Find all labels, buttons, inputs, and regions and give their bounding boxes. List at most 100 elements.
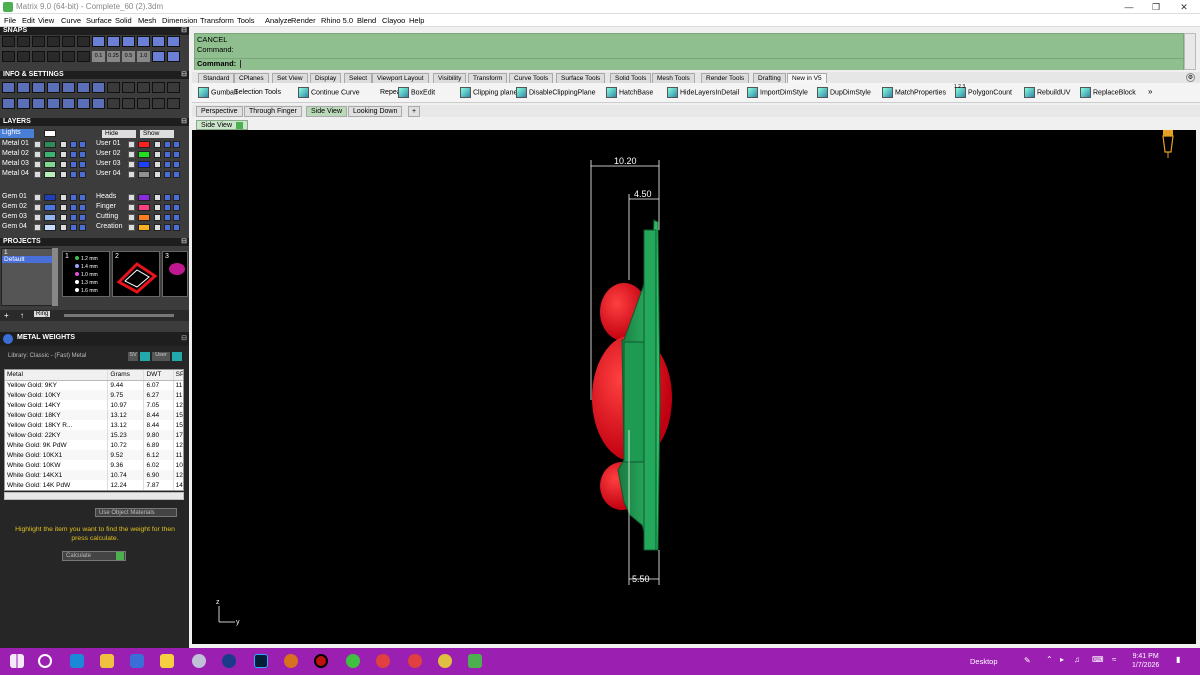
column-header[interactable]: SPG bbox=[173, 370, 183, 381]
snap-button[interactable] bbox=[122, 36, 135, 47]
tool-matchproperties[interactable]: MatchProperties bbox=[882, 87, 946, 99]
layer-color-swatch[interactable] bbox=[138, 214, 150, 221]
layer-row[interactable]: Metal 01 bbox=[0, 140, 89, 149]
layer-toggle[interactable] bbox=[34, 194, 41, 201]
layer-row[interactable]: Metal 02 bbox=[0, 150, 89, 159]
layer-button[interactable] bbox=[79, 171, 86, 178]
layer-toggle[interactable] bbox=[128, 204, 135, 211]
layer-button[interactable] bbox=[79, 194, 86, 201]
layer-lock-icon[interactable] bbox=[60, 214, 67, 221]
viewport-tab-perspective[interactable]: Perspective bbox=[196, 106, 243, 117]
snap-button[interactable] bbox=[2, 51, 15, 62]
table-row[interactable]: White Gold: 14KX110.746.9012.61 bbox=[5, 470, 183, 480]
info-tool-button[interactable] bbox=[17, 98, 30, 109]
tool-hatchbase[interactable]: HatchBase bbox=[606, 87, 653, 99]
table-row[interactable]: Yellow Gold: 22KY15.239.8017.89 bbox=[5, 430, 183, 440]
menu-mesh[interactable]: Mesh bbox=[138, 16, 156, 25]
menu-view[interactable]: View bbox=[38, 16, 54, 25]
table-row[interactable]: White Gold: 9K PdW10.726.8912.59 bbox=[5, 440, 183, 450]
viewport-tab-side-view[interactable]: Side View bbox=[306, 106, 348, 117]
lights-layer[interactable]: Lights bbox=[0, 129, 34, 138]
tool-replaceblock[interactable]: ReplaceBlock bbox=[1080, 87, 1136, 99]
app-icon[interactable] bbox=[222, 654, 236, 668]
menu-curve[interactable]: Curve bbox=[61, 16, 81, 25]
table-row[interactable]: Yellow Gold: 18KY13.128.4415.41 bbox=[5, 410, 183, 420]
info-tool-button[interactable] bbox=[2, 82, 15, 93]
column-header[interactable]: Metal bbox=[5, 370, 109, 381]
tool-rebuilduv[interactable]: RebuildUV bbox=[1024, 87, 1070, 99]
maximize-icon[interactable]: ❐ bbox=[1142, 0, 1170, 14]
menu-analyze[interactable]: Analyze bbox=[265, 16, 292, 25]
layer-button[interactable] bbox=[164, 161, 171, 168]
layer-toggle[interactable] bbox=[34, 171, 41, 178]
calculate-button[interactable]: Calculate bbox=[62, 551, 126, 561]
layer-lock-icon[interactable] bbox=[154, 204, 161, 211]
layer-row[interactable]: Creation bbox=[94, 223, 183, 232]
recorder-icon[interactable] bbox=[314, 654, 328, 668]
layer-row[interactable]: Gem 03 bbox=[0, 213, 89, 222]
layer-button[interactable] bbox=[173, 224, 180, 231]
command-scrollbar[interactable] bbox=[1184, 33, 1196, 70]
wifi-icon[interactable]: ≈ bbox=[1112, 655, 1116, 664]
toolbar-tab-solid-tools[interactable]: Solid Tools bbox=[610, 73, 652, 83]
info-tool-button[interactable] bbox=[62, 98, 75, 109]
more-tools-icon[interactable]: » bbox=[1148, 87, 1152, 96]
ring-button[interactable]: Ring bbox=[34, 311, 51, 317]
mail-icon[interactable] bbox=[130, 654, 144, 668]
layer-button[interactable] bbox=[70, 224, 77, 231]
layer-color-swatch[interactable] bbox=[138, 204, 150, 211]
tool-clipping-plane[interactable]: Clipping plane bbox=[460, 87, 517, 99]
snap-button[interactable] bbox=[62, 51, 75, 62]
layer-row[interactable]: Heads bbox=[94, 193, 183, 202]
tool-disableclippingplane[interactable]: DisableClippingPlane bbox=[516, 87, 596, 99]
volume-icon[interactable]: ♫ bbox=[1074, 655, 1080, 664]
table-row[interactable]: Yellow Gold: 14KY10.977.0512.88 bbox=[5, 400, 183, 410]
menu-clayoo[interactable]: Clayoo bbox=[382, 16, 405, 25]
layer-toggle[interactable] bbox=[128, 214, 135, 221]
layer-toggle[interactable] bbox=[34, 141, 41, 148]
layer-lock-icon[interactable] bbox=[60, 171, 67, 178]
info-tool-button[interactable] bbox=[17, 82, 30, 93]
layer-lock-icon[interactable] bbox=[60, 161, 67, 168]
layer-row[interactable]: User 04 bbox=[94, 170, 183, 179]
snap-button[interactable] bbox=[32, 51, 45, 62]
add-project-icon[interactable]: + bbox=[4, 311, 9, 320]
layer-lock-icon[interactable] bbox=[60, 224, 67, 231]
layer-lock-icon[interactable] bbox=[154, 194, 161, 201]
info-tool-button[interactable] bbox=[152, 98, 165, 109]
project-thumbnail-3[interactable]: 3 bbox=[162, 251, 188, 297]
info-tool-button[interactable] bbox=[137, 82, 150, 93]
hide-button[interactable]: Hide bbox=[102, 130, 136, 138]
table-row[interactable]: Yellow Gold: 9KY9.446.0711.08 bbox=[5, 380, 183, 390]
info-tool-button[interactable] bbox=[77, 98, 90, 109]
menu-render[interactable]: Render bbox=[291, 16, 316, 25]
layer-color-swatch[interactable] bbox=[44, 151, 56, 158]
info-tool-button[interactable] bbox=[137, 98, 150, 109]
viewport-label[interactable]: Side View bbox=[196, 120, 248, 130]
layer-row[interactable]: Gem 02 bbox=[0, 203, 89, 212]
layer-button[interactable] bbox=[164, 194, 171, 201]
layer-color-swatch[interactable] bbox=[44, 224, 56, 231]
snap-button[interactable] bbox=[77, 36, 90, 47]
light-bulb-icon[interactable] bbox=[1162, 130, 1174, 158]
clock[interactable]: 9:41 PM 1/7/2026 bbox=[1132, 652, 1159, 670]
tool-continue-curve[interactable]: Continue Curve bbox=[298, 87, 360, 99]
toolbar-tab-curve-tools[interactable]: Curve Tools bbox=[509, 73, 554, 83]
toolbar-tab-viewport-layout[interactable]: Viewport Layout bbox=[372, 73, 429, 83]
close-icon[interactable]: ⊟ bbox=[181, 334, 187, 342]
menu-file[interactable]: File bbox=[4, 16, 16, 25]
layer-toggle[interactable] bbox=[34, 224, 41, 231]
viewport-tab-through-finger[interactable]: Through Finger bbox=[244, 106, 302, 117]
info-tool-button[interactable] bbox=[122, 82, 135, 93]
toolbar-tab-visibility[interactable]: Visibility bbox=[433, 73, 467, 83]
close-icon[interactable]: ⊟ bbox=[181, 118, 187, 126]
tool-selection-tools[interactable]: Selection Tools bbox=[234, 87, 281, 99]
side-viewport[interactable]: 10.20 4.50 5.50 z y bbox=[192, 130, 1196, 644]
toolbar-tab-transform[interactable]: Transform bbox=[468, 73, 508, 83]
toolbar-tab-display[interactable]: Display bbox=[310, 73, 342, 83]
layer-lock-icon[interactable] bbox=[154, 214, 161, 221]
snap-button[interactable] bbox=[47, 36, 60, 47]
layer-lock-icon[interactable] bbox=[60, 204, 67, 211]
table-row[interactable]: Yellow Gold: 18KY R...13.128.4415.41 bbox=[5, 420, 183, 430]
layer-button[interactable] bbox=[173, 214, 180, 221]
